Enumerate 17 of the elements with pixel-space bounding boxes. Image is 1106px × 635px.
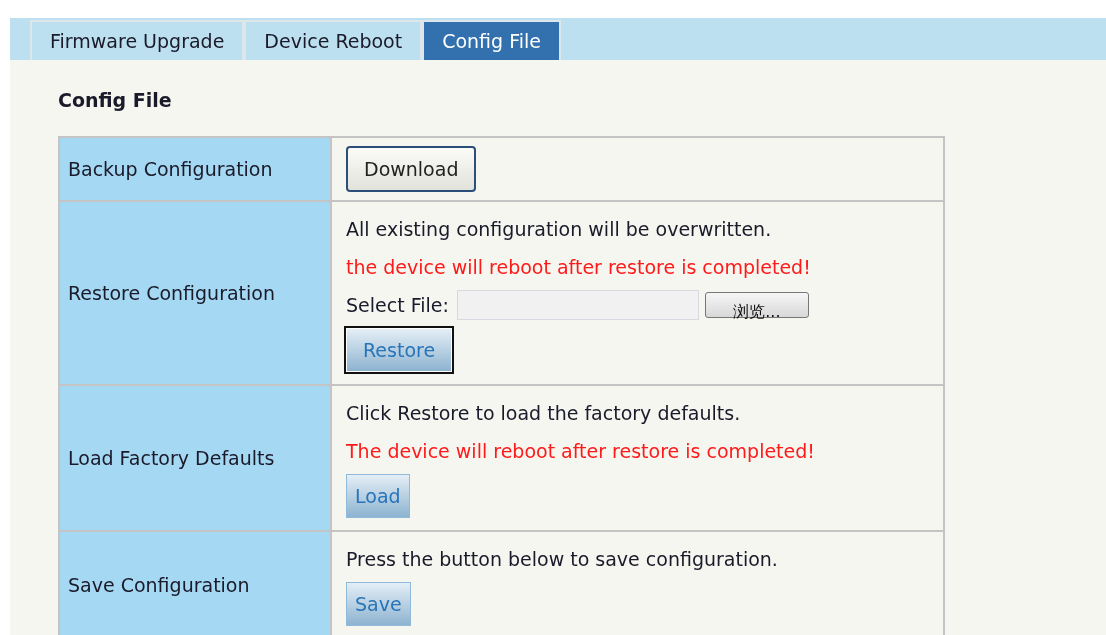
warning-text: the device will reboot after restore is completed! (346, 256, 811, 278)
field-label: Select File: (346, 293, 449, 318)
section-title: Config File (57, 88, 173, 113)
browse-button[interactable]: 浏览... (704, 292, 809, 318)
download-button[interactable]: Download (346, 146, 477, 192)
row-label: Load Factory Defaults (59, 385, 331, 531)
row-label: Restore Configuration (59, 201, 331, 385)
description-text: Click Restore to load the factory defaults. (346, 402, 741, 424)
description-text: All existing configuration will be overwritten. (346, 218, 772, 240)
tab[interactable]: Firmware Upgrade (30, 20, 245, 60)
row-label: Backup Configuration (59, 137, 331, 201)
description-text: Press the button below to save configuration. (346, 548, 778, 570)
warning-text: The device will reboot after restore is completed! (346, 440, 815, 462)
row-label: Save Configuration (59, 531, 331, 635)
file-path-field[interactable] (456, 290, 699, 320)
tab[interactable]: Config File (422, 20, 561, 60)
tab[interactable]: Device Reboot (244, 20, 423, 60)
